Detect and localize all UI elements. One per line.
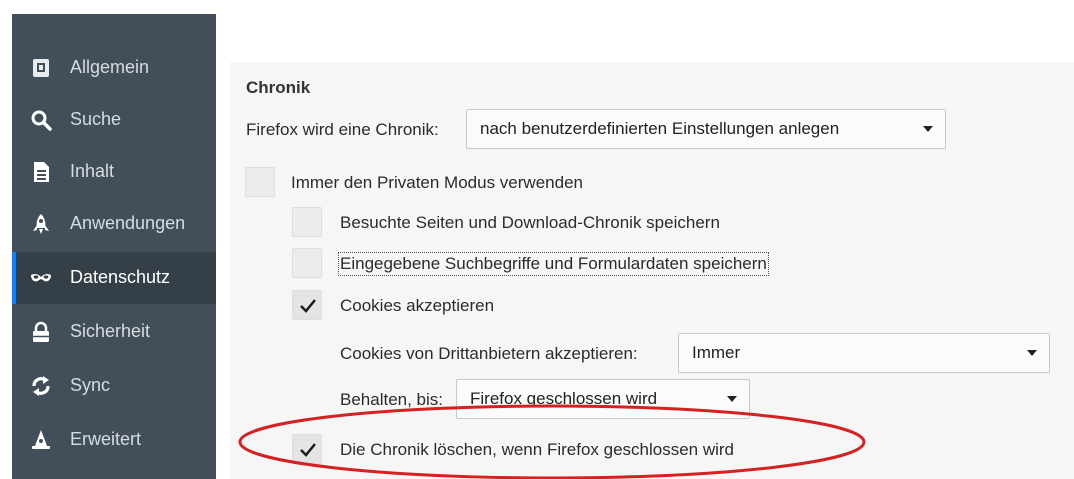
general-icon	[33, 59, 49, 77]
chevron-down-icon	[727, 396, 737, 402]
search-icon	[31, 110, 52, 131]
private-mode-label: Immer den Privaten Modus verwenden	[291, 173, 583, 192]
third-party-label: Cookies von Drittanbietern akzeptieren:	[340, 344, 638, 363]
history-mode-value: nach benutzerdefinierten Einstellungen a…	[480, 119, 840, 138]
chevron-down-icon	[1027, 350, 1037, 356]
checkmark-icon	[300, 443, 316, 457]
section-title: Chronik	[246, 78, 311, 97]
sidebar-item-label: Allgemein	[70, 57, 150, 77]
history-panel: Chronik Firefox wird eine Chronik: nach …	[230, 62, 1074, 479]
keep-until-label: Behalten, bis:	[340, 390, 444, 409]
checkmark-icon	[300, 299, 316, 313]
sidebar-item-sync[interactable]: Sync	[12, 360, 216, 412]
third-party-select[interactable]: Immer	[678, 333, 1050, 373]
sync-icon	[32, 376, 50, 396]
remember-history-checkbox[interactable]	[292, 207, 322, 237]
sidebar: Allgemein Suche Inhalt Anwendungen Daten…	[12, 14, 216, 479]
lock-icon	[33, 321, 49, 342]
third-party-value: Immer	[692, 343, 741, 362]
sidebar-item-datenschutz[interactable]: Datenschutz	[12, 252, 216, 304]
sidebar-item-suche[interactable]: Suche	[12, 94, 216, 146]
sidebar-item-label: Sync	[70, 375, 111, 395]
keep-until-select[interactable]: Firefox geschlossen wird	[456, 379, 750, 419]
sidebar-item-label: Datenschutz	[70, 267, 171, 287]
accept-cookies-checkbox[interactable]	[292, 290, 322, 320]
wizard-hat-icon	[32, 430, 50, 449]
clear-on-close-checkbox[interactable]	[292, 434, 322, 464]
chevron-down-icon	[923, 126, 933, 132]
remember-search-label: Eingegebene Suchbegriffe und Formulardat…	[338, 252, 769, 276]
sidebar-item-inhalt[interactable]: Inhalt	[12, 146, 216, 198]
sidebar-item-sicherheit[interactable]: Sicherheit	[12, 306, 216, 358]
remember-history-label: Besuchte Seiten und Download-Chronik spe…	[340, 213, 720, 232]
accept-cookies-label: Cookies akzeptieren	[340, 296, 495, 315]
keep-until-value: Firefox geschlossen wird	[470, 389, 658, 408]
sidebar-item-label: Sicherheit	[70, 321, 151, 341]
clear-on-close-label: Die Chronik löschen, wenn Firefox geschl…	[340, 440, 735, 459]
sidebar-item-label: Inhalt	[70, 161, 115, 181]
sidebar-item-label: Erweitert	[70, 429, 142, 449]
mask-icon	[31, 273, 51, 282]
firefox-will-label: Firefox wird eine Chronik:	[246, 120, 439, 139]
sidebar-item-allgemein[interactable]: Allgemein	[12, 42, 216, 94]
sidebar-item-label: Anwendungen	[70, 213, 186, 233]
sidebar-item-label: Suche	[70, 109, 122, 129]
remember-search-checkbox[interactable]	[292, 248, 322, 278]
sidebar-item-anwendungen[interactable]: Anwendungen	[12, 198, 216, 250]
private-mode-checkbox[interactable]	[245, 167, 275, 197]
rocket-icon	[33, 214, 49, 234]
sidebar-item-erweitert[interactable]: Erweitert	[12, 414, 216, 466]
history-mode-select[interactable]: nach benutzerdefinierten Einstellungen a…	[466, 109, 946, 149]
document-icon	[34, 162, 49, 182]
